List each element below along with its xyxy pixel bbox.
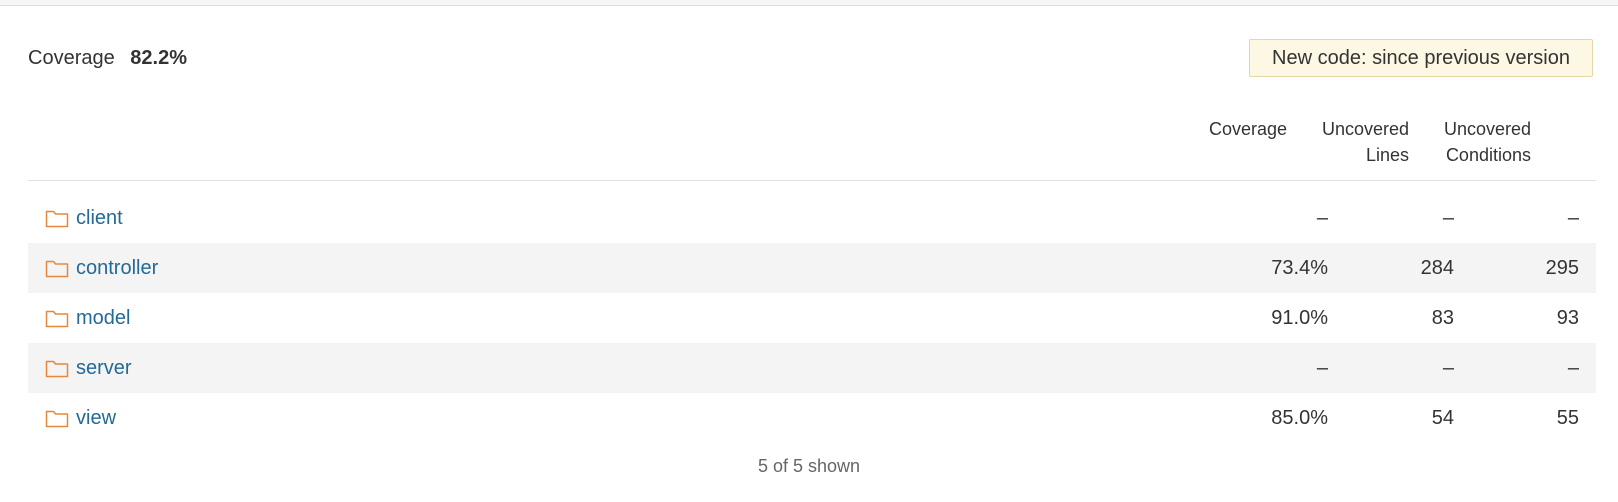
row-coverage: –	[1316, 207, 1328, 229]
component-link-server[interactable]: server	[76, 343, 132, 393]
row-uncovered-conditions: –	[1567, 207, 1579, 229]
component-link-client[interactable]: client	[76, 193, 123, 243]
column-header-coverage-line1: Coverage	[1208, 119, 1287, 139]
row-coverage: –	[1316, 357, 1328, 379]
column-header-uncovered-lines-line1: Uncovered	[1321, 119, 1409, 139]
column-header-uncovered-lines-line2: Lines	[1365, 145, 1409, 165]
row-uncovered-conditions: 295	[1545, 257, 1579, 279]
top-divider	[0, 0, 1618, 6]
row-uncovered-lines: 54	[1431, 407, 1454, 429]
folder-icon	[45, 410, 69, 428]
table-row: model 91.0% 83 93	[28, 293, 1596, 343]
new-code-badge: New code: since previous version	[1249, 39, 1593, 77]
component-link-model[interactable]: model	[76, 293, 130, 343]
header-divider	[28, 180, 1596, 181]
row-uncovered-conditions: 55	[1556, 407, 1579, 429]
folder-icon	[45, 260, 69, 278]
row-uncovered-lines: –	[1442, 207, 1454, 229]
column-header-uncovered-conditions[interactable]: Uncovered Conditions	[1444, 116, 1531, 168]
coverage-summary: Coverage 82.2%	[28, 44, 187, 72]
row-uncovered-lines: –	[1442, 357, 1454, 379]
row-coverage: 91.0%	[1271, 307, 1328, 329]
column-header-uncovered-conditions-line1: Uncovered	[1443, 119, 1531, 139]
component-link-controller[interactable]: controller	[76, 243, 158, 293]
row-uncovered-lines: 83	[1431, 307, 1454, 329]
folder-icon	[45, 360, 69, 378]
shown-count: 5 of 5 shown	[757, 456, 861, 476]
column-header-uncovered-conditions-line2: Conditions	[1445, 145, 1531, 165]
coverage-summary-value: 82.2%	[130, 47, 187, 69]
coverage-summary-label: Coverage	[28, 47, 115, 69]
row-coverage: 85.0%	[1271, 407, 1328, 429]
component-link-view[interactable]: view	[76, 393, 116, 443]
table-row: controller 73.4% 284 295	[28, 243, 1596, 293]
row-uncovered-conditions: 93	[1556, 307, 1579, 329]
row-coverage: 73.4%	[1271, 257, 1328, 279]
row-uncovered-lines: 284	[1420, 257, 1454, 279]
column-header-uncovered-lines[interactable]: Uncovered Lines	[1322, 116, 1409, 168]
table-row: client – – –	[28, 193, 1596, 243]
new-code-label: New code: since previous version	[1272, 46, 1570, 69]
column-header-coverage[interactable]: Coverage	[1209, 116, 1287, 142]
folder-icon	[45, 310, 69, 328]
folder-icon	[45, 210, 69, 228]
row-uncovered-conditions: –	[1567, 357, 1579, 379]
table-row: server – – –	[28, 343, 1596, 393]
table-row: view 85.0% 54 55	[28, 393, 1596, 443]
